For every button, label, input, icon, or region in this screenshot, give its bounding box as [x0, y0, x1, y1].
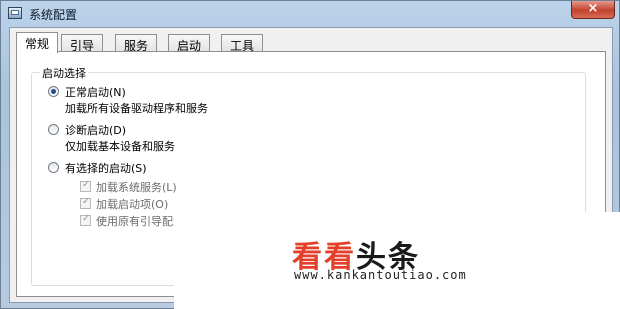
load-system-services-checkbox[interactable]: ✓: [80, 179, 91, 192]
use-original-boot-config-label[interactable]: 使用原有引导配置: [96, 213, 184, 229]
normal-startup-label[interactable]: 正常启动(N): [65, 84, 126, 100]
diagnostic-startup-label[interactable]: 诊断启动(D): [65, 122, 126, 138]
diagnostic-startup-radio[interactable]: [48, 124, 59, 135]
selective-startup-label[interactable]: 有选择的启动(S): [65, 160, 147, 176]
selective-startup-radio[interactable]: [48, 162, 59, 173]
load-startup-items-label[interactable]: 加载启动项(O): [96, 196, 168, 212]
tab-services[interactable]: 服务: [115, 34, 158, 53]
msconfig-window-icon: [8, 7, 22, 19]
close-button[interactable]: ×: [571, 1, 615, 19]
check-icon: ✓: [82, 196, 91, 207]
title-bar[interactable]: 系统配置 ×: [1, 1, 620, 27]
normal-startup-description: 加载所有设备驱动程序和服务: [65, 102, 208, 115]
diagnostic-startup-description: 仅加载基本设备和服务: [65, 140, 175, 153]
normal-startup-radio[interactable]: [48, 86, 59, 97]
tab-startup[interactable]: 启动: [168, 34, 211, 53]
close-icon: ×: [587, 1, 599, 16]
check-icon: ✓: [82, 213, 91, 224]
group-label: 启动选择: [40, 65, 88, 81]
tab-boot[interactable]: 引导: [61, 34, 104, 53]
window-title: 系统配置: [29, 8, 78, 22]
tab-label: 常规: [25, 37, 50, 51]
tab-general[interactable]: 常规: [16, 32, 59, 53]
watermark-overlay: 看看头条 www.kankantoutiao.com: [174, 212, 620, 309]
load-startup-items-checkbox[interactable]: ✓: [80, 196, 91, 209]
tab-tools[interactable]: 工具: [221, 34, 264, 53]
load-system-services-label[interactable]: 加载系统服务(L): [96, 179, 177, 195]
check-icon: ✓: [82, 179, 91, 190]
use-original-boot-config-checkbox[interactable]: ✓: [80, 213, 91, 226]
watermark-url: www.kankantoutiao.com: [294, 268, 467, 282]
